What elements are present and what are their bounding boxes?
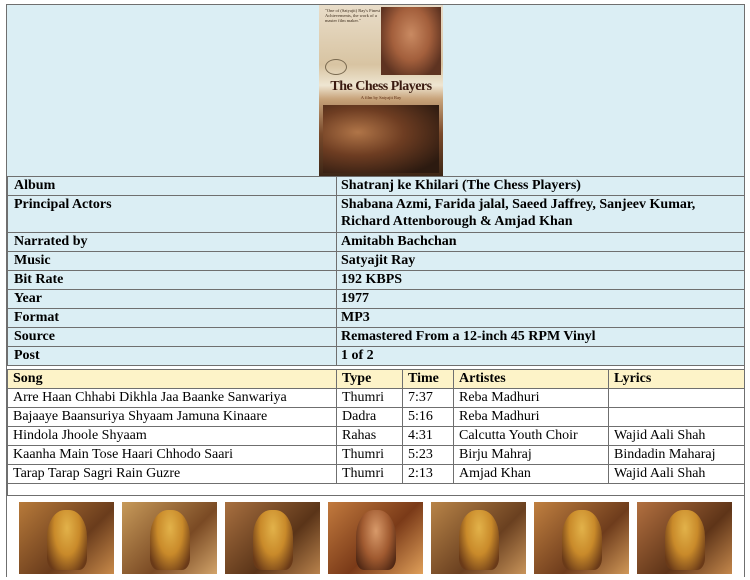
info-label: Album [7,176,337,196]
song-type: Rahas [336,426,403,446]
song-row: Tarap Tarap Sagri Rain Guzre Thumri 2:13… [7,464,745,484]
column-header-time: Time [402,369,454,389]
poster-quote: "One of (Satyajit) Ray's Finest Achievem… [325,8,381,23]
song-title: Kaanha Main Tose Haari Chhodo Saari [7,445,337,465]
info-value: 1977 [336,289,745,309]
song-artistes: Reba Madhuri [453,388,609,408]
song-list-table: Song Type Time Artistes Lyrics Arre Haan… [7,369,745,501]
film-still-7 [637,502,732,574]
info-row-post: Post 1 of 2 [7,346,745,366]
info-label: Bit Rate [7,270,337,290]
column-header-artistes: Artistes [453,369,609,389]
song-artistes: Birju Mahraj [453,445,609,465]
song-header-row: Song Type Time Artistes Lyrics [7,369,745,389]
dancer-figure [562,510,602,570]
info-row-bitrate: Bit Rate 192 KBPS [7,270,745,290]
info-value: Satyajit Ray [336,251,745,271]
song-lyrics: Wajid Aali Shah [608,426,745,446]
film-still-4 [328,502,423,574]
film-still-1 [19,502,114,574]
song-time: 2:13 [402,464,454,484]
info-label: Source [7,327,337,347]
song-row: Hindola Jhoole Shyaam Rahas 4:31 Calcutt… [7,426,745,446]
info-value: 1 of 2 [336,346,745,366]
song-time: 5:23 [402,445,454,465]
info-row-year: Year 1977 [7,289,745,309]
info-row-source: Source Remastered From a 12-inch 45 RPM … [7,327,745,347]
info-label: Year [7,289,337,309]
song-row: Arre Haan Chhabi Dikhla Jaa Baanke Sanwa… [7,388,745,408]
song-lyrics: Bindadin Maharaj [608,445,745,465]
column-header-lyrics: Lyrics [608,369,745,389]
film-still-3 [225,502,320,574]
poster-title: The Chess Players [330,79,432,94]
dancer-figure [459,510,499,570]
poster-face-image [381,7,441,75]
song-title: Arre Haan Chhabi Dikhla Jaa Baanke Sanwa… [7,388,337,408]
film-stills-strip [7,495,744,577]
song-time: 7:37 [402,388,454,408]
info-label: Principal Actors [7,195,337,233]
dancer-figure [47,510,87,570]
song-type: Thumri [336,388,403,408]
song-artistes: Calcutta Youth Choir [453,426,609,446]
king-figure [356,510,396,570]
info-value: 192 KBPS [336,270,745,290]
info-row-actors: Principal Actors Shabana Azmi, Farida ja… [7,195,745,233]
info-value: Remastered From a 12-inch 45 RPM Vinyl [336,327,745,347]
album-info-table: Album Shatranj ke Khilari (The Chess Pla… [7,176,745,366]
column-header-type: Type [336,369,403,389]
info-value: Shatranj ke Khilari (The Chess Players) [336,176,745,196]
film-still-2 [122,502,217,574]
dancer-figure [253,510,293,570]
song-time: 5:16 [402,407,454,427]
song-lyrics [608,407,745,427]
song-lyrics: Wajid Aali Shah [608,464,745,484]
info-row-album: Album Shatranj ke Khilari (The Chess Pla… [7,176,745,196]
info-label: Music [7,251,337,271]
song-type: Thumri [336,445,403,465]
song-lyrics [608,388,745,408]
dancer-figure [665,510,705,570]
album-info-sheet: "One of (Satyajit) Ray's Finest Achievem… [6,4,745,577]
song-title: Hindola Jhoole Shyaam [7,426,337,446]
song-row: Bajaaye Baansuriya Shyaam Jamuna Kinaare… [7,407,745,427]
info-row-format: Format MP3 [7,308,745,328]
song-type: Thumri [336,464,403,484]
info-row-narrator: Narrated by Amitabh Bachchan [7,232,745,252]
song-title: Tarap Tarap Sagri Rain Guzre [7,464,337,484]
film-still-5 [431,502,526,574]
song-artistes: Amjad Khan [453,464,609,484]
info-value: MP3 [336,308,745,328]
song-title: Bajaaye Baansuriya Shyaam Jamuna Kinaare [7,407,337,427]
dancer-figure [150,510,190,570]
info-label: Format [7,308,337,328]
movie-poster-image: "One of (Satyajit) Ray's Finest Achievem… [319,5,443,176]
song-type: Dadra [336,407,403,427]
info-label: Post [7,346,337,366]
info-value: Shabana Azmi, Farida jalal, Saeed Jaffre… [336,195,745,233]
poster-cell: "One of (Satyajit) Ray's Finest Achievem… [7,5,744,177]
award-laurel-icon [325,59,347,75]
song-row: Kaanha Main Tose Haari Chhodo Saari Thum… [7,445,745,465]
column-header-song: Song [7,369,337,389]
info-row-music: Music Satyajit Ray [7,251,745,271]
poster-scene-image [323,105,439,173]
info-label: Narrated by [7,232,337,252]
film-still-6 [534,502,629,574]
song-time: 4:31 [402,426,454,446]
info-value: Amitabh Bachchan [336,232,745,252]
song-artistes: Reba Madhuri [453,407,609,427]
poster-subtitle: A film by Satyajit Ray [360,95,402,100]
